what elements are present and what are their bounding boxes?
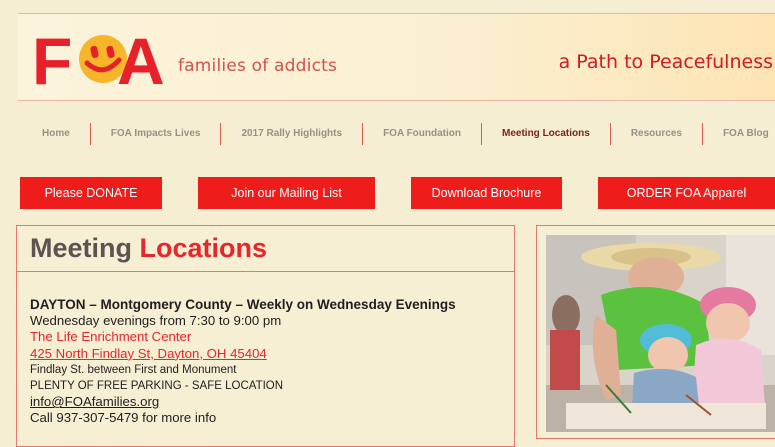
logo-subtitle: families of addicts: [178, 56, 338, 76]
logo-letter-f: F: [32, 24, 73, 98]
nav-item-meeting-locations[interactable]: Meeting Locations: [481, 123, 610, 145]
mailing-list-button[interactable]: Join our Mailing List: [198, 177, 375, 209]
page-title: Meeting Locations: [30, 233, 267, 264]
location-cross-streets: Findlay St. between First and Monument: [30, 363, 237, 376]
photo-children-drawing-icon: [546, 235, 775, 432]
download-brochure-button[interactable]: Download Brochure: [411, 177, 562, 209]
main-nav: Home FOA Impacts Lives 2017 Rally Highli…: [18, 118, 775, 150]
order-apparel-button[interactable]: ORDER FOA Apparel: [598, 177, 775, 209]
page: F A families of addicts a Path to Peacef…: [0, 0, 775, 447]
nav-item-foa-foundation[interactable]: FOA Foundation: [362, 123, 481, 145]
nav-item-home[interactable]: Home: [18, 123, 90, 145]
donate-button[interactable]: Please DONATE: [20, 177, 162, 209]
nav-item-foa-blog[interactable]: FOA Blog: [701, 123, 775, 145]
location-dayton: DAYTON – Montgomery County – Weekly on W…: [30, 297, 510, 427]
title-part-2: Locations: [139, 233, 268, 263]
email-link[interactable]: info@FOAfamilies.org: [30, 394, 159, 409]
location-address-link[interactable]: 425 North Findlay St, Dayton, OH 45404: [30, 346, 267, 361]
photo-panel: [536, 225, 775, 439]
location-schedule: Wednesday evenings from 7:30 to 9:00 pm: [30, 313, 282, 329]
nav-item-foa-impacts-lives[interactable]: FOA Impacts Lives: [89, 123, 221, 145]
site-tagline: a Path to Peacefulness: [558, 51, 773, 73]
location-venue: The Life Enrichment Center: [30, 329, 192, 345]
meeting-locations-panel: Meeting Locations DAYTON – Montgomery Co…: [16, 225, 515, 447]
title-part-1: Meeting: [30, 233, 133, 263]
site-header: F A families of addicts a Path to Peacef…: [18, 13, 775, 101]
location-parking: PLENTY OF FREE PARKING - SAFE LOCATION: [30, 380, 284, 393]
title-divider: [17, 271, 514, 272]
location-heading: DAYTON – Montgomery County – Weekly on W…: [30, 297, 456, 312]
logo-letter-a: A: [117, 24, 165, 98]
nav-item-2017-rally-highlights[interactable]: 2017 Rally Highlights: [220, 123, 362, 145]
location-phone: Call 937-307-5479 for more info: [30, 410, 217, 426]
nav-item-resources[interactable]: Resources: [609, 123, 702, 145]
